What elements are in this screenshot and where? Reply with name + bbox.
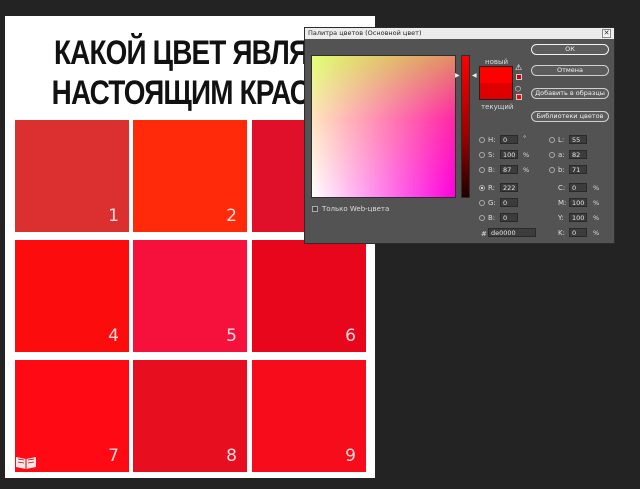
brightness-input[interactable]: 87 <box>500 165 518 174</box>
dialog-titlebar[interactable]: Палитра цветов (Основной цвет) ✕ <box>305 28 614 39</box>
color-tile-6: 6 <box>252 240 366 352</box>
hue-input[interactable]: 0 <box>500 135 518 144</box>
saturation-unit: % <box>523 151 530 159</box>
lab-b-input[interactable]: 71 <box>569 165 587 174</box>
tile-number: 9 <box>345 446 356 466</box>
tile-number: 1 <box>108 206 119 226</box>
radio-lab-a[interactable] <box>549 152 555 158</box>
new-color-swatch <box>480 67 512 83</box>
web-safe-swatch[interactable] <box>516 94 522 100</box>
lab-a-input[interactable]: 82 <box>569 150 587 159</box>
black-key: K: <box>558 229 565 237</box>
dialog-title: Палитра цветов (Основной цвет) <box>308 29 422 37</box>
cyan-input[interactable]: 0 <box>569 183 587 192</box>
tile-number: 7 <box>108 446 119 466</box>
magenta-key: M: <box>558 199 567 207</box>
hex-key: # <box>481 230 487 238</box>
hue-unit: ° <box>523 134 527 142</box>
color-picker-dialog: Палитра цветов (Основной цвет) ✕ ▶ ◀ нов… <box>304 27 615 244</box>
green-input[interactable]: 0 <box>500 198 518 207</box>
color-libraries-button[interactable]: Библиотеки цветов <box>531 111 609 122</box>
cancel-button[interactable]: Отмена <box>531 65 609 76</box>
close-icon[interactable]: ✕ <box>602 29 611 38</box>
magenta-input[interactable]: 100 <box>569 198 587 207</box>
red-input[interactable]: 222 <box>500 183 518 192</box>
poster-headline-line1: КАКОЙ ЦВЕТ ЯВЛЯЕ <box>53 34 327 72</box>
green-key: G: <box>488 199 496 207</box>
lab-l-key: L: <box>558 136 565 144</box>
color-field-marker[interactable] <box>314 191 319 196</box>
radio-blue[interactable] <box>479 215 485 221</box>
gamut-warning-swatch[interactable] <box>516 74 522 80</box>
color-tile-8: 8 <box>133 360 247 472</box>
hex-input[interactable]: de0000 <box>488 228 536 237</box>
magenta-unit: % <box>593 199 600 207</box>
lab-l-input[interactable]: 55 <box>569 135 587 144</box>
lab-b-key: b: <box>558 166 565 174</box>
web-only-label: Только Web-цвета <box>322 205 390 213</box>
gamut-warning-icon[interactable]: ⚠ <box>515 63 522 72</box>
tile-number: 6 <box>345 326 356 346</box>
web-only-checkbox[interactable] <box>312 206 318 212</box>
tile-number: 2 <box>226 206 237 226</box>
blue-key: B: <box>488 214 496 222</box>
web-safe-cube-icon[interactable]: ⬡ <box>515 85 521 93</box>
color-preview-swatch <box>479 66 513 100</box>
hue-arrow-right-icon[interactable]: ◀ <box>472 72 477 79</box>
current-color-label: текущий <box>481 103 514 111</box>
red-key: R: <box>488 184 496 192</box>
yellow-input[interactable]: 100 <box>569 213 587 222</box>
poster-headline-line2: НАСТОЯЩИМ КРАСН <box>51 74 330 112</box>
yellow-unit: % <box>593 214 600 222</box>
color-tile-9: 9 <box>252 360 366 472</box>
color-tile-4: 4 <box>15 240 129 352</box>
color-tile-5: 5 <box>133 240 247 352</box>
lab-a-key: a: <box>558 151 565 159</box>
hue-key: H: <box>488 136 496 144</box>
black-input[interactable]: 0 <box>569 228 587 237</box>
color-tile-2: 2 <box>133 120 247 232</box>
black-unit: % <box>593 229 600 237</box>
yellow-key: Y: <box>558 214 564 222</box>
tile-number: 4 <box>108 326 119 346</box>
radio-brightness[interactable] <box>479 167 485 173</box>
radio-green[interactable] <box>479 200 485 206</box>
cyan-unit: % <box>593 184 600 192</box>
add-to-swatches-button[interactable]: Добавить в образцы <box>531 88 609 99</box>
brightness-key: B: <box>488 166 496 174</box>
tile-number: 8 <box>226 446 237 466</box>
radio-lightness[interactable] <box>549 137 555 143</box>
hue-arrow-left-icon[interactable]: ▶ <box>455 72 460 79</box>
ok-button[interactable]: ОК <box>531 44 609 55</box>
cyan-key: C: <box>558 184 566 192</box>
new-color-label: новый <box>485 58 509 66</box>
radio-lab-b[interactable] <box>549 167 555 173</box>
color-field[interactable] <box>311 55 456 198</box>
book-logo-icon <box>16 457 36 469</box>
tile-number: 5 <box>226 326 237 346</box>
saturation-input[interactable]: 100 <box>500 150 518 159</box>
current-color-swatch[interactable] <box>480 83 512 99</box>
color-tile-1: 1 <box>15 120 129 232</box>
blue-input[interactable]: 0 <box>500 213 518 222</box>
brightness-unit: % <box>523 166 530 174</box>
radio-saturation[interactable] <box>479 152 485 158</box>
radio-red[interactable] <box>479 185 485 191</box>
radio-hue[interactable] <box>479 137 485 143</box>
hue-slider[interactable] <box>461 55 470 198</box>
saturation-key: S: <box>488 151 495 159</box>
